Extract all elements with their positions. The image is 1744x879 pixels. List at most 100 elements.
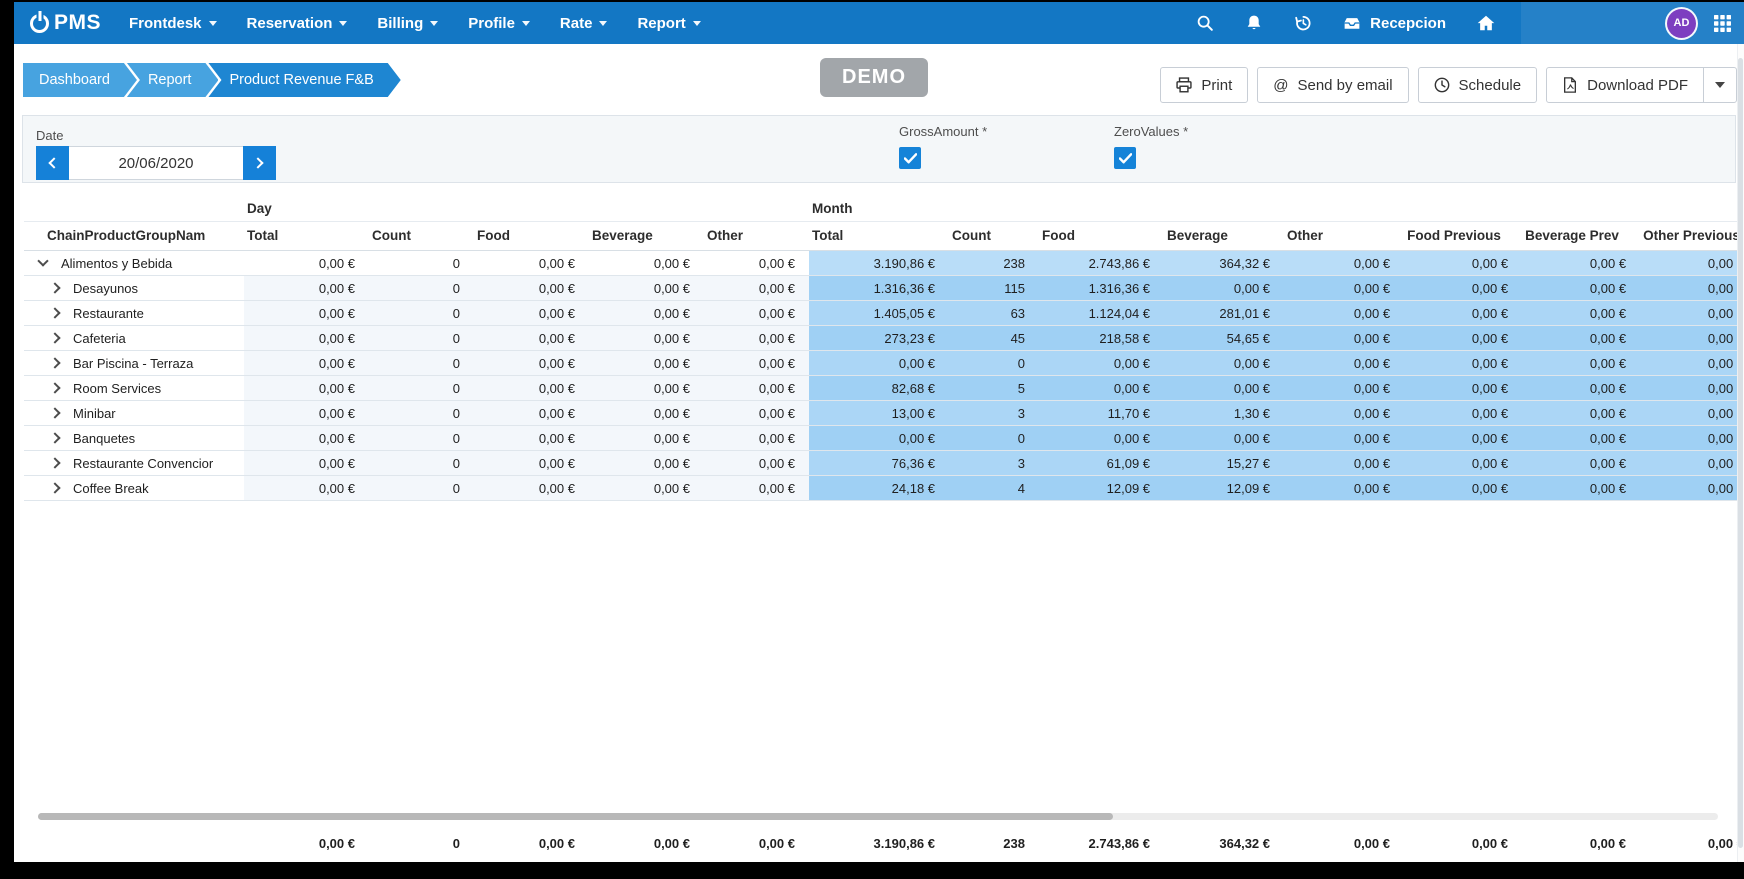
table-row: Cafeteria0,00 €00,00 €0,00 €0,00 €273,23… <box>24 326 1737 351</box>
gross-amount-label: GrossAmount * <box>899 124 987 139</box>
row-name-cell: Restaurante Convencior <box>24 451 244 476</box>
expand-row-toggle[interactable]: Cafeteria <box>24 326 244 350</box>
value-cell: 0,00 € <box>1284 276 1404 301</box>
value-cell: 11,70 € <box>1039 401 1164 426</box>
value-cell: 0,00 € <box>244 326 369 351</box>
value-cell: 1.316,36 € <box>1039 276 1164 301</box>
menu-billing[interactable]: Billing <box>377 15 438 32</box>
expand-row-toggle[interactable]: Desayunos <box>24 276 244 300</box>
value-cell: 82,68 € <box>809 376 949 401</box>
check-icon <box>1119 153 1132 164</box>
schedule-button[interactable]: Schedule <box>1418 67 1538 103</box>
expand-row-toggle[interactable]: Bar Piscina - Terraza <box>24 351 244 375</box>
avatar[interactable]: AD <box>1667 9 1696 38</box>
value-cell: 0,00 € <box>704 476 809 501</box>
expand-row-toggle[interactable]: Room Services <box>24 376 244 400</box>
table-row: Banquetes0,00 €00,00 €0,00 €0,00 €0,00 €… <box>24 426 1737 451</box>
value-cell: 0,00 € <box>1640 276 1737 301</box>
breadcrumb-current-page[interactable]: Product Revenue F&B <box>208 63 400 97</box>
value-cell: 0 <box>949 351 1039 376</box>
totals-cell: 0,00 € <box>474 831 589 856</box>
expand-row-toggle[interactable]: Restaurante <box>24 301 244 325</box>
download-options-dropdown[interactable] <box>1703 67 1737 103</box>
value-cell: 15,27 € <box>1164 451 1284 476</box>
totals-cell: 0,00 € <box>244 831 369 856</box>
chevron-right-icon <box>49 407 60 418</box>
value-cell: 0,00 € <box>474 301 589 326</box>
date-input[interactable] <box>69 146 243 180</box>
totals-cell: 0,00 € <box>1640 831 1737 856</box>
download-pdf-button[interactable]: Download PDF <box>1546 67 1704 103</box>
next-day-button[interactable] <box>243 146 276 180</box>
column-header: Other <box>1284 222 1404 251</box>
expand-row-toggle[interactable]: Restaurante Convencior <box>24 451 244 475</box>
previous-day-button[interactable] <box>36 146 69 180</box>
at-icon: @ <box>1273 77 1288 94</box>
value-cell: 0,00 € <box>1522 426 1640 451</box>
print-button[interactable]: Print <box>1160 67 1248 103</box>
value-cell: 0,00 € <box>1284 451 1404 476</box>
search-icon[interactable] <box>1196 14 1214 32</box>
row-name-cell: Desayunos <box>24 276 244 301</box>
value-cell: 0,00 € <box>1039 376 1164 401</box>
row-name-cell: Cafeteria <box>24 326 244 351</box>
value-cell: 0,00 € <box>1284 351 1404 376</box>
collapse-row-toggle[interactable]: Alimentos y Bebida <box>24 251 244 275</box>
table-row: Alimentos y Bebida0,00 €00,00 €0,00 €0,0… <box>24 251 1737 276</box>
column-header: Total <box>809 222 949 251</box>
history-icon[interactable] <box>1294 14 1312 32</box>
main-menu: Frontdesk Reservation Billing Profile Ra… <box>129 15 701 32</box>
menu-report[interactable]: Report <box>637 15 700 32</box>
value-cell: 0,00 € <box>704 301 809 326</box>
horizontal-scrollbar-thumb[interactable] <box>38 813 1113 820</box>
row-name-cell: Banquetes <box>24 426 244 451</box>
value-cell: 0,00 € <box>704 451 809 476</box>
value-cell: 0 <box>369 351 474 376</box>
value-cell: 12,09 € <box>1039 476 1164 501</box>
value-cell: 0 <box>369 426 474 451</box>
chevron-left-icon <box>48 157 59 168</box>
value-cell: 0,00 € <box>704 326 809 351</box>
value-cell: 281,01 € <box>1164 301 1284 326</box>
app-logo[interactable]: PMS <box>30 11 101 35</box>
apps-grid-icon[interactable] <box>1714 15 1731 32</box>
menu-rate[interactable]: Rate <box>560 15 608 32</box>
value-cell: 0,00 € <box>589 326 704 351</box>
value-cell: 0,00 € <box>704 351 809 376</box>
menu-reservation[interactable]: Reservation <box>247 15 348 32</box>
gross-amount-filter: GrossAmount * <box>899 116 987 182</box>
breadcrumb-dashboard[interactable]: Dashboard <box>23 63 137 97</box>
horizontal-scrollbar-track[interactable] <box>38 813 1718 820</box>
value-cell: 0,00 € <box>244 401 369 426</box>
gross-amount-checkbox[interactable] <box>899 147 921 169</box>
value-cell: 0,00 € <box>244 376 369 401</box>
report-toolbar: Print @ Send by email Schedule Download … <box>1151 67 1737 103</box>
value-cell: 0,00 € <box>1039 351 1164 376</box>
zero-values-checkbox[interactable] <box>1114 147 1136 169</box>
send-by-email-button[interactable]: @ Send by email <box>1257 67 1408 103</box>
mailbox-recepcion[interactable]: Recepcion <box>1343 14 1446 32</box>
expand-row-toggle[interactable]: Banquetes <box>24 426 244 450</box>
expand-row-toggle[interactable]: Coffee Break <box>24 476 244 500</box>
expand-row-toggle[interactable]: Minibar <box>24 401 244 425</box>
value-cell: 1.124,04 € <box>1039 301 1164 326</box>
home-icon[interactable] <box>1477 14 1495 32</box>
value-cell: 76,36 € <box>809 451 949 476</box>
date-picker <box>36 146 276 180</box>
totals-cell: 0,00 € <box>1522 831 1640 856</box>
vertical-scrollbar-track[interactable] <box>1737 44 1744 862</box>
breadcrumb-report[interactable]: Report <box>127 63 219 97</box>
value-cell: 0 <box>369 376 474 401</box>
date-label: Date <box>36 128 63 143</box>
menu-profile[interactable]: Profile <box>468 15 530 32</box>
chevron-down-icon <box>693 21 701 26</box>
vertical-scrollbar-thumb[interactable] <box>1738 58 1743 848</box>
column-header: ChainProductGroupNam <box>24 222 244 251</box>
value-cell: 0,00 € <box>1522 326 1640 351</box>
value-cell: 0 <box>369 476 474 501</box>
notifications-bell-icon[interactable] <box>1245 14 1263 32</box>
value-cell: 0,00 € <box>1640 301 1737 326</box>
value-cell: 1.405,05 € <box>809 301 949 326</box>
report-table-area: Day Month ChainProductGroupNamTotalCount… <box>24 196 1737 856</box>
menu-frontdesk[interactable]: Frontdesk <box>129 15 217 32</box>
